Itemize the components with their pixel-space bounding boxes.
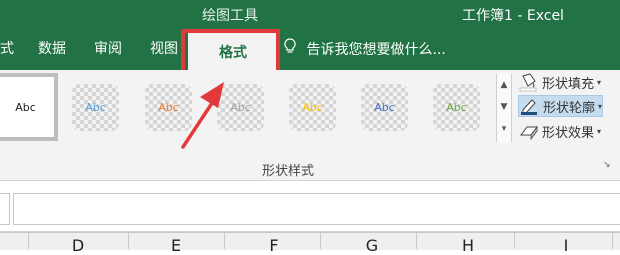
column-divider [128, 232, 129, 249]
column-header-i[interactable]: I [556, 236, 576, 255]
shape-effects-button[interactable]: 形状效果 ▾ [518, 120, 601, 142]
column-divider [28, 232, 29, 249]
shape-style-swatch[interactable]: Abc [433, 84, 480, 131]
swatch-label: Abc [446, 101, 467, 114]
formula-bar[interactable] [13, 193, 620, 225]
tell-me-search[interactable]: 告诉我您想要做什么... [284, 38, 446, 59]
dialog-launcher-icon[interactable]: ↘ [603, 160, 611, 170]
column-divider [612, 232, 613, 249]
gallery-more-icon[interactable]: ▾ [497, 118, 511, 140]
shape-style-swatch[interactable]: Abc [2, 84, 49, 131]
highlight-box [181, 29, 280, 74]
paint-bucket-icon [518, 72, 540, 92]
gallery-scroll-down-icon[interactable]: ▼ [497, 96, 511, 118]
shape-style-swatch[interactable]: Abc [217, 84, 264, 131]
tab-review[interactable]: 审阅 [94, 38, 122, 58]
column-header-f[interactable]: F [264, 236, 284, 255]
shape-fill-label: 形状填充 [542, 76, 595, 92]
column-header-e[interactable]: E [166, 236, 186, 255]
tab-formulas[interactable]: 式 [0, 38, 14, 58]
chevron-down-icon: ▾ [597, 126, 602, 136]
column-divider [514, 232, 515, 249]
window-title: 工作簿1 - Excel [462, 8, 564, 24]
shape-style-swatch[interactable]: Abc [289, 84, 336, 131]
swatch-label: Abc [230, 101, 251, 114]
column-headers [0, 232, 620, 250]
shape-style-swatch[interactable]: Abc [145, 84, 192, 131]
shape-outline-label: 形状轮廓 [543, 100, 596, 116]
column-divider [224, 232, 225, 249]
name-box[interactable] [0, 193, 10, 225]
shape-outline-button[interactable]: 形状轮廓 ▾ [518, 95, 604, 117]
gallery-scroll: ▲ ▼ ▾ [496, 74, 512, 142]
shape-style-swatch[interactable]: Abc [72, 84, 119, 131]
swatch-label: Abc [302, 101, 323, 114]
column-header-g[interactable]: G [362, 236, 382, 255]
shape-effects-label: 形状效果 [542, 125, 595, 141]
tell-me-text: 告诉我您想要做什么... [306, 42, 446, 58]
shape-fill-button[interactable]: 形状填充 ▾ [518, 71, 601, 93]
gallery-scroll-up-icon[interactable]: ▲ [497, 74, 511, 96]
swatch-label: Abc [158, 101, 179, 114]
context-tab-label: 绘图工具 [202, 8, 258, 24]
lightbulb-icon [284, 38, 302, 58]
swatch-label: Abc [374, 101, 395, 114]
group-label: 形状样式 [262, 164, 315, 179]
column-header-h[interactable]: H [458, 236, 478, 255]
tab-view[interactable]: 视图 [150, 38, 178, 58]
column-divider [320, 232, 321, 249]
title-bar: 绘图工具 工作簿1 - Excel 式 数据 审阅 视图 [0, 0, 620, 70]
pen-outline-icon [519, 96, 541, 116]
swatch-label: Abc [15, 101, 36, 114]
chevron-down-icon: ▾ [598, 101, 603, 111]
shape-style-swatch[interactable]: Abc [361, 84, 408, 131]
column-divider [416, 232, 417, 249]
shape-effects-icon [518, 121, 540, 141]
swatch-label: Abc [85, 101, 106, 114]
column-header-d[interactable]: D [68, 236, 88, 255]
tab-data[interactable]: 数据 [38, 38, 66, 58]
chevron-down-icon: ▾ [597, 77, 602, 87]
